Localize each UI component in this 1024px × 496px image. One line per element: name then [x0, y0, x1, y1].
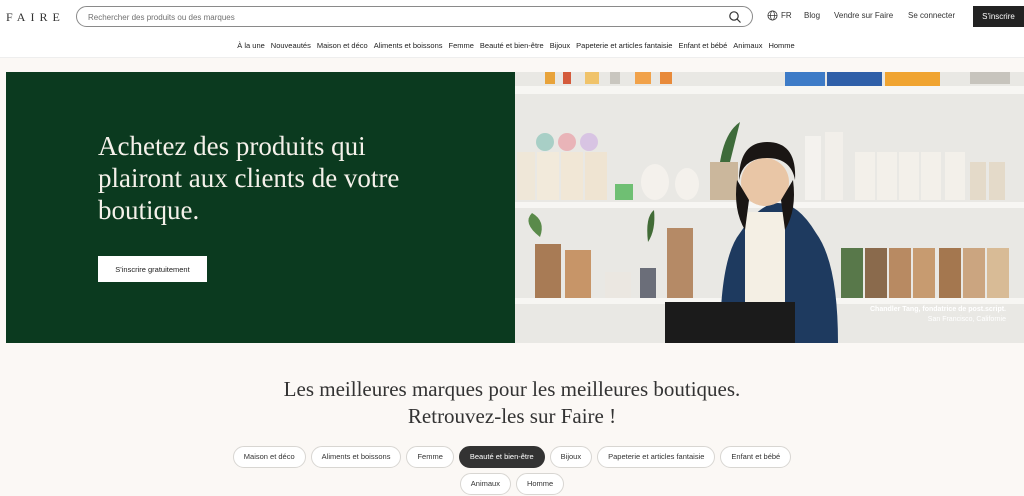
category-pill[interactable]: Enfant et bébé — [720, 446, 792, 468]
caption-name: Chandler Tang, fondatrice de post.script… — [870, 306, 1006, 313]
category-pill[interactable]: Femme — [406, 446, 454, 468]
login-link[interactable]: Se connecter — [908, 11, 955, 20]
faire-logo[interactable]: FAIRE — [6, 10, 65, 25]
category-pill[interactable]: Homme — [515, 473, 565, 495]
category-pill[interactable]: Aliments et boissons — [310, 446, 402, 468]
category-pills: Maison et déco Aliments et boissons Femm… — [0, 446, 1024, 495]
category-item[interactable]: Homme — [768, 34, 794, 57]
category-item[interactable]: Bijoux — [550, 34, 570, 57]
category-item[interactable]: Animaux — [733, 34, 762, 57]
brands-headline: Les meilleures marques pour les meilleur… — [0, 376, 1024, 430]
category-pill[interactable]: Animaux — [459, 473, 511, 495]
shop-shelves-illustration — [515, 72, 1024, 343]
category-pill[interactable]: Maison et déco — [232, 446, 306, 468]
category-item[interactable]: Beauté et bien-être — [480, 34, 544, 57]
search-icon[interactable] — [728, 10, 742, 24]
category-item[interactable]: Maison et déco — [317, 34, 368, 57]
category-pill[interactable]: Bijoux — [549, 446, 593, 468]
language-selector[interactable]: FR — [781, 11, 792, 20]
headline-line-2: Retrouvez-les sur Faire ! — [407, 404, 617, 428]
sell-on-faire-link[interactable]: Vendre sur Faire — [834, 11, 893, 20]
category-item[interactable]: Femme — [449, 34, 474, 57]
search-input[interactable] — [88, 10, 708, 24]
hero-photo: Chandler Tang, fondatrice de post.script… — [515, 72, 1024, 343]
category-pill-active[interactable]: Beauté et bien-être — [458, 446, 545, 468]
category-item[interactable]: À la une — [237, 34, 265, 57]
category-item[interactable]: Nouveautés — [271, 34, 311, 57]
caption-location: San Francisco, Californie — [927, 316, 1006, 323]
top-header: FAIRE FR Blog Vendre sur Faire Se connec… — [0, 0, 1024, 34]
category-pill[interactable]: Papeterie et articles fantaisie — [597, 446, 716, 468]
category-nav: À la une Nouveautés Maison et déco Alime… — [0, 34, 1024, 58]
search-bar[interactable] — [76, 6, 753, 27]
hero-title: Achetez des produits qui plairont aux cl… — [98, 131, 400, 225]
category-item[interactable]: Papeterie et articles fantaisie — [576, 34, 672, 57]
signup-free-button[interactable]: S'inscrire gratuitement — [98, 256, 207, 282]
category-item[interactable]: Aliments et boissons — [374, 34, 443, 57]
blog-link[interactable]: Blog — [804, 11, 820, 20]
headline-line-1: Les meilleures marques pour les meilleur… — [283, 377, 741, 401]
photo-caption: Chandler Tang, fondatrice de post.script… — [870, 305, 1006, 325]
globe-icon[interactable] — [767, 10, 778, 21]
hero-panel: Achetez des produits qui plairont aux cl… — [6, 72, 515, 343]
category-item[interactable]: Enfant et bébé — [678, 34, 727, 57]
signup-button[interactable]: S'inscrire — [973, 6, 1024, 27]
